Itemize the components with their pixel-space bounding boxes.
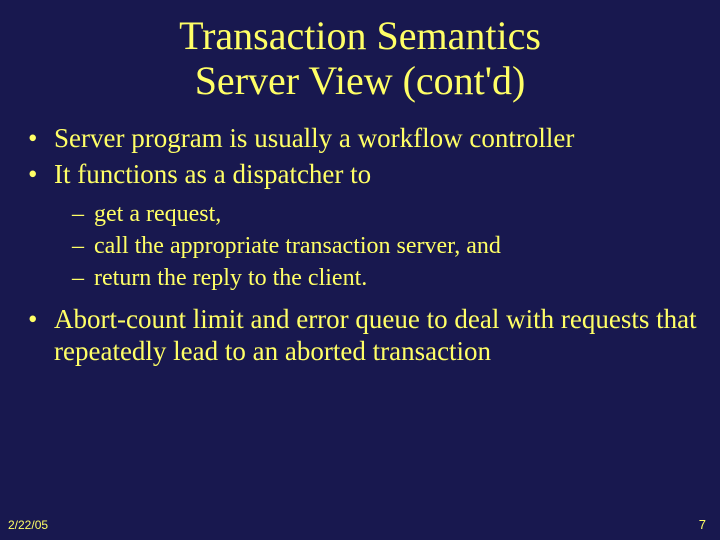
bullet-text: Abort-count limit and error queue to dea… bbox=[54, 304, 697, 366]
title-line-1: Transaction Semantics bbox=[0, 14, 720, 59]
footer-page-number: 7 bbox=[699, 517, 706, 532]
bullet-item: It functions as a dispatcher to get a re… bbox=[22, 158, 698, 293]
bullet-item: Abort-count limit and error queue to dea… bbox=[22, 303, 698, 368]
slide: Transaction Semantics Server View (cont'… bbox=[0, 0, 720, 540]
sub-bullet-item: return the reply to the client. bbox=[72, 264, 698, 293]
sub-bullet-item: get a request, bbox=[72, 200, 698, 229]
sub-bullet-list: get a request, call the appropriate tran… bbox=[72, 200, 698, 292]
sub-bullet-text: get a request, bbox=[94, 201, 221, 227]
sub-bullet-text: return the reply to the client. bbox=[94, 265, 367, 291]
title-line-2: Server View (cont'd) bbox=[0, 59, 720, 104]
footer-date: 2/22/05 bbox=[8, 518, 48, 532]
bullet-text: It functions as a dispatcher to bbox=[54, 159, 371, 189]
bullet-list: Server program is usually a workflow con… bbox=[22, 122, 698, 368]
sub-bullet-text: call the appropriate transaction server,… bbox=[94, 233, 501, 259]
slide-title: Transaction Semantics Server View (cont'… bbox=[0, 0, 720, 104]
bullet-item: Server program is usually a workflow con… bbox=[22, 122, 698, 154]
slide-body: Server program is usually a workflow con… bbox=[0, 104, 720, 368]
bullet-text: Server program is usually a workflow con… bbox=[54, 123, 574, 153]
sub-bullet-item: call the appropriate transaction server,… bbox=[72, 232, 698, 261]
